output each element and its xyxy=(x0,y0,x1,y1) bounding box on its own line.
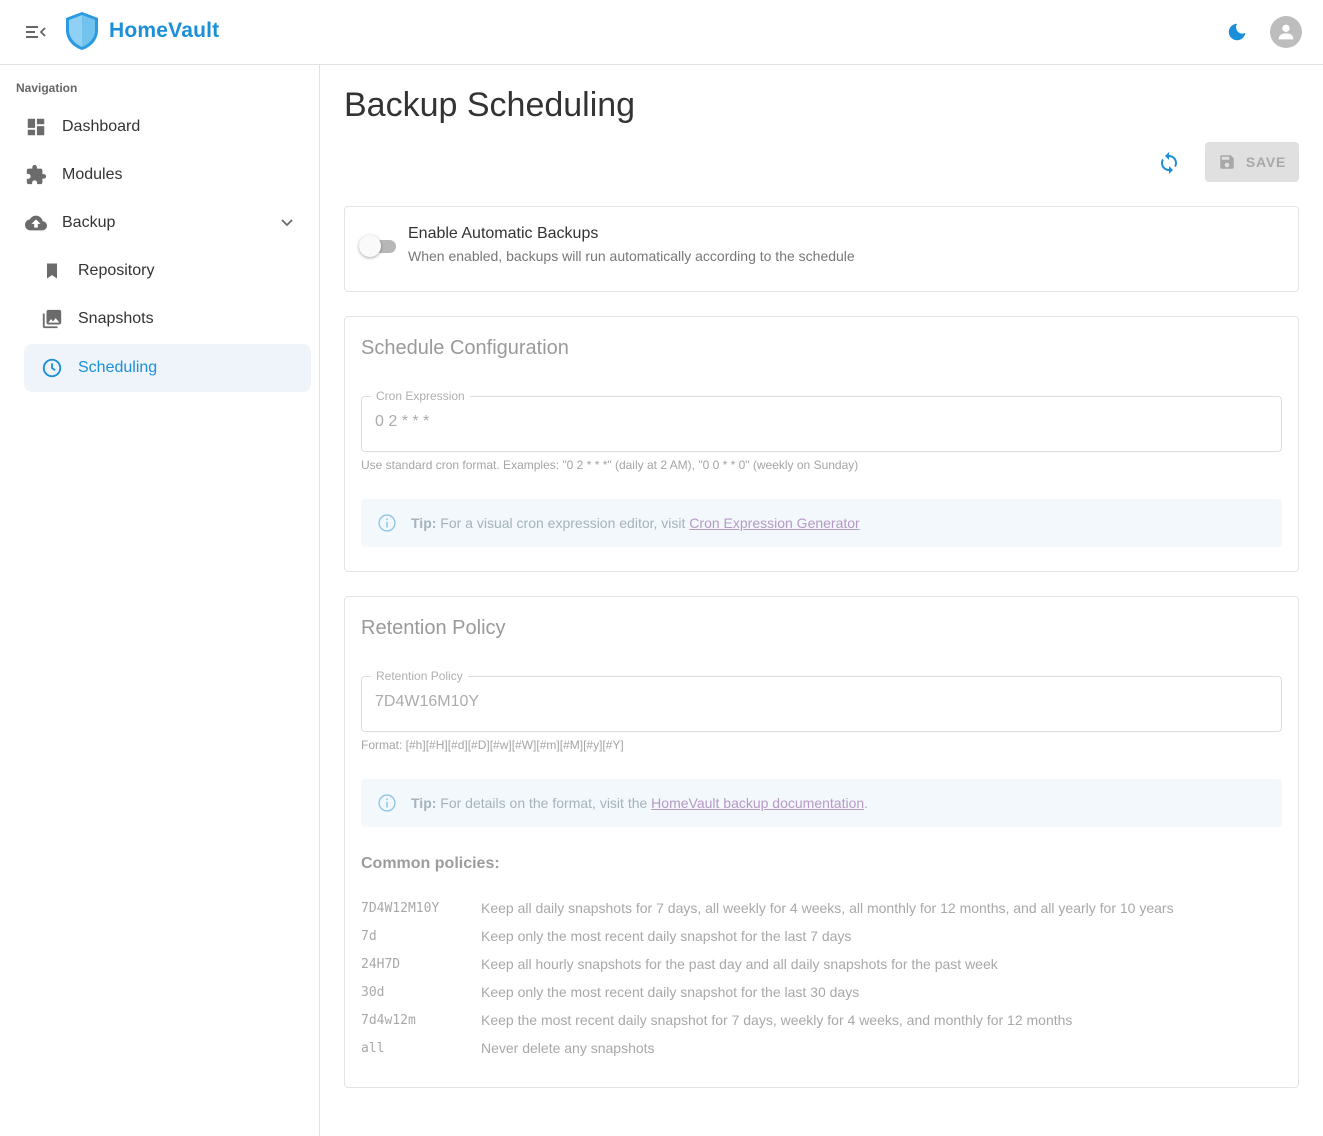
cloud-upload-icon xyxy=(24,211,48,235)
chevron-down-icon[interactable] xyxy=(277,213,297,233)
menu-collapse-icon[interactable] xyxy=(24,20,48,44)
policy-description: Keep all daily snapshots for 7 days, all… xyxy=(481,900,1174,916)
retention-policy-field: Retention Policy xyxy=(361,669,1282,732)
page-title: Backup Scheduling xyxy=(344,86,636,124)
retention-tip-alert: Tip: For details on the format, visit th… xyxy=(361,779,1282,827)
common-policies-heading: Common policies: xyxy=(361,855,500,872)
shield-logo xyxy=(62,10,102,52)
tip-label: Tip: xyxy=(411,515,437,531)
moon-icon[interactable] xyxy=(1224,19,1250,45)
save-button-label: SAVE xyxy=(1245,154,1287,170)
enable-description: When enabled, backups will run automatic… xyxy=(408,248,855,264)
backup-docs-link[interactable]: HomeVault backup documentation xyxy=(651,795,864,811)
policy-code: 7d xyxy=(361,928,377,944)
info-icon xyxy=(377,793,397,813)
sidebar-item-label: Modules xyxy=(62,166,123,183)
retention-card-title: Retention Policy xyxy=(361,617,506,639)
avatar[interactable] xyxy=(1270,16,1302,48)
policy-description: Keep all hourly snapshots for the past d… xyxy=(481,956,998,972)
nav-heading: Navigation xyxy=(16,81,78,95)
bookmark-icon xyxy=(40,259,64,283)
person-icon xyxy=(1278,24,1294,40)
enable-title: Enable Automatic Backups xyxy=(408,225,599,242)
policy-code: all xyxy=(361,1040,385,1056)
policy-description: Keep the most recent daily snapshot for … xyxy=(481,1012,1073,1028)
tip-body: For details on the format, visit the xyxy=(440,795,648,811)
sidebar-item-label: Backup xyxy=(62,214,116,231)
tip-label: Tip: xyxy=(411,795,437,811)
retention-policy-input[interactable] xyxy=(375,693,1255,711)
sync-icon xyxy=(1161,152,1177,174)
policy-row: 7d Keep only the most recent daily snaps… xyxy=(361,926,1261,946)
dashboard-icon xyxy=(24,115,48,139)
policy-row: 24H7D Keep all hourly snapshots for the … xyxy=(361,954,1261,974)
sidebar-item-dashboard[interactable]: Dashboard xyxy=(24,103,311,151)
refresh-button[interactable] xyxy=(1154,148,1184,178)
info-icon xyxy=(377,513,397,533)
tip-body: For a visual cron expression editor, vis… xyxy=(440,515,686,531)
save-button[interactable]: SAVE xyxy=(1205,142,1299,182)
schedule-card: Schedule Configuration Cron Expression U… xyxy=(344,316,1299,572)
retention-policy-label: Retention Policy xyxy=(371,669,468,683)
retention-helper-text: Format: [#h][#H][#d][#D][#w][#W][#m][#M]… xyxy=(361,738,624,752)
sidebar-item-scheduling[interactable]: Scheduling xyxy=(24,344,311,392)
sidebar-item-snapshots[interactable]: Snapshots xyxy=(24,295,311,343)
policy-row: all Never delete any snapshots xyxy=(361,1038,1261,1058)
tip-suffix: . xyxy=(864,795,869,811)
sidebar-item-modules[interactable]: Modules xyxy=(24,151,311,199)
sidebar-item-label: Repository xyxy=(78,262,155,279)
auto-backup-toggle[interactable] xyxy=(358,234,398,258)
photo-library-icon xyxy=(40,307,64,331)
sidebar-item-label: Scheduling xyxy=(78,359,158,376)
sidebar-item-repository[interactable]: Repository xyxy=(24,247,311,295)
policy-description: Never delete any snapshots xyxy=(481,1040,655,1056)
app-header: HomeVault xyxy=(0,0,1323,65)
schedule-card-title: Schedule Configuration xyxy=(361,337,569,359)
cron-generator-link[interactable]: Cron Expression Generator xyxy=(689,515,859,531)
retention-card: Retention Policy Retention Policy Format… xyxy=(344,596,1299,1088)
cron-expression-input[interactable] xyxy=(375,413,1255,431)
sidebar-item-backup[interactable]: Backup xyxy=(24,199,311,247)
puzzle-icon xyxy=(24,163,48,187)
policy-row: 7d4w12m Keep the most recent daily snaps… xyxy=(361,1010,1261,1030)
floppy-disk-icon xyxy=(1220,155,1234,169)
app-title: HomeVault xyxy=(109,19,220,42)
sidebar-item-label: Dashboard xyxy=(62,118,141,135)
policy-code: 30d xyxy=(361,984,385,1000)
policy-row: 7D4W12M10Y Keep all daily snapshots for … xyxy=(361,898,1261,918)
cron-expression-label: Cron Expression xyxy=(371,389,470,403)
cron-tip-text: Tip: For a visual cron expression editor… xyxy=(411,515,860,531)
cron-tip-alert: Tip: For a visual cron expression editor… xyxy=(361,499,1282,547)
policy-row: 30d Keep only the most recent daily snap… xyxy=(361,982,1261,1002)
cron-expression-field: Cron Expression xyxy=(361,389,1282,452)
retention-tip-text: Tip: For details on the format, visit th… xyxy=(411,795,868,811)
policy-code: 24H7D xyxy=(361,956,401,972)
sidebar-item-label: Snapshots xyxy=(78,310,154,327)
sidebar: Navigation Dashboard Modules Backup Repo… xyxy=(0,65,320,1136)
policy-code: 7d4w12m xyxy=(361,1012,416,1028)
cron-helper-text: Use standard cron format. Examples: "0 2… xyxy=(361,458,859,472)
clock-icon xyxy=(40,356,64,380)
enable-card: Enable Automatic Backups When enabled, b… xyxy=(344,206,1299,292)
policy-description: Keep only the most recent daily snapshot… xyxy=(481,928,852,944)
policy-description: Keep only the most recent daily snapshot… xyxy=(481,984,860,1000)
policy-code: 7D4W12M10Y xyxy=(361,900,440,916)
